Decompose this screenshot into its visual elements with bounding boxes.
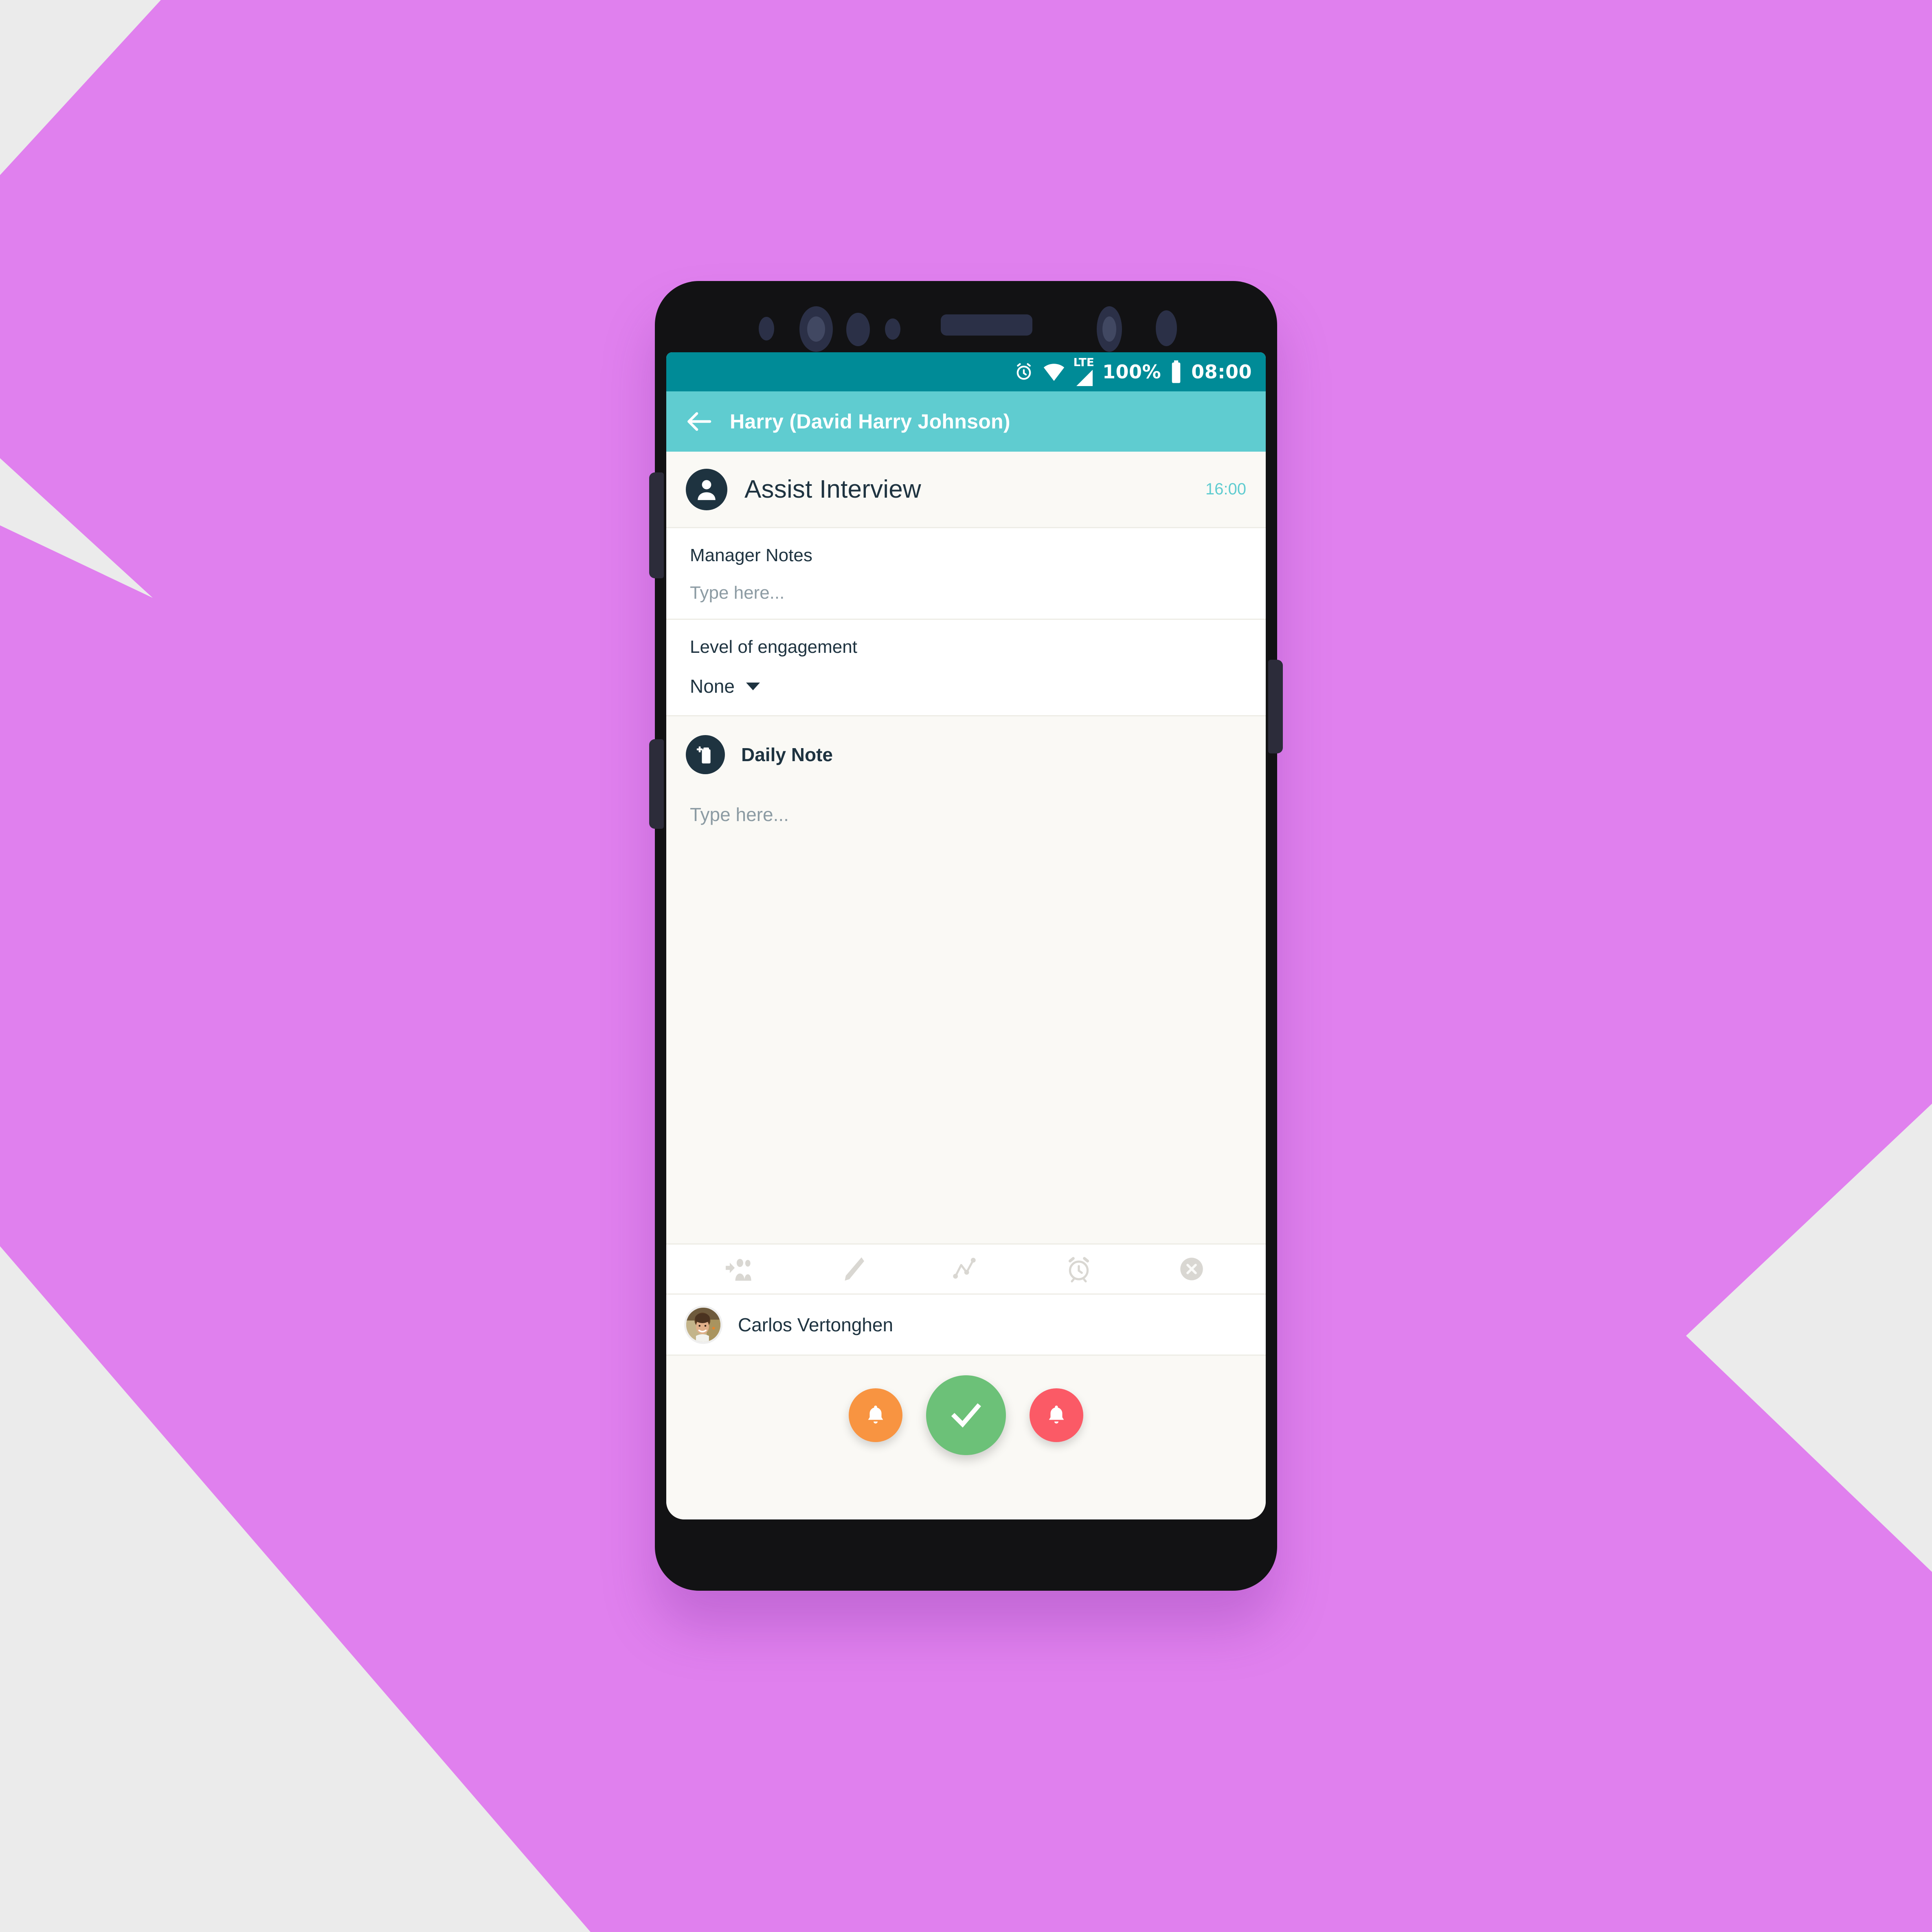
daily-note-header: Daily Note <box>686 735 1246 774</box>
iris-scanner <box>846 313 870 346</box>
front-camera-secondary <box>1097 306 1122 352</box>
bixby-button[interactable] <box>649 739 664 829</box>
chart-line-icon[interactable] <box>910 1256 1023 1282</box>
status-bar: LTE 100% 08:00 <box>666 352 1266 391</box>
phone-screen: LTE 100% 08:00 Harry (David Harry Johnso… <box>666 352 1266 1519</box>
network-type-label: LTE <box>1073 356 1094 369</box>
avatar <box>684 1305 722 1344</box>
signal-group: LTE <box>1074 357 1094 387</box>
remind-button[interactable] <box>849 1388 902 1442</box>
chevron-down-icon <box>746 682 760 690</box>
field-manager-notes[interactable]: Manager Notes Type here... <box>666 528 1266 620</box>
led-indicator <box>885 318 900 340</box>
signal-icon <box>1076 370 1093 386</box>
battery-icon <box>1172 360 1181 383</box>
manager-notes-label: Manager Notes <box>690 545 812 565</box>
action-icon-toolbar <box>666 1243 1266 1295</box>
app-bar: Harry (David Harry Johnson) <box>666 391 1266 452</box>
interview-time: 16:00 <box>1205 480 1246 498</box>
light-sensor <box>1156 310 1177 346</box>
power-button[interactable] <box>1268 660 1283 753</box>
volume-rocker-button[interactable] <box>649 472 664 578</box>
note-add-icon <box>686 735 725 774</box>
level-of-engagement-value: None <box>690 676 735 697</box>
action-button-bar <box>666 1356 1266 1519</box>
cancel-button[interactable] <box>1030 1388 1083 1442</box>
interview-header-card[interactable]: Assist Interview 16:00 <box>666 452 1266 528</box>
field-level-of-engagement[interactable]: Level of engagement None <box>666 620 1266 716</box>
daily-note-input[interactable]: Type here... <box>690 804 1246 825</box>
daily-note-title: Daily Note <box>741 744 833 765</box>
wifi-icon <box>1043 364 1064 381</box>
edit-pencil-icon[interactable] <box>797 1256 910 1282</box>
proximity-sensor <box>759 317 774 340</box>
level-of-engagement-select[interactable]: None <box>690 675 1246 697</box>
screenshot-stage: LTE 100% 08:00 Harry (David Harry Johnso… <box>0 0 1932 1932</box>
add-people-icon[interactable] <box>684 1256 797 1282</box>
assignee-name: Carlos Vertonghen <box>738 1314 894 1335</box>
battery-percent-label: 100% <box>1102 361 1161 383</box>
front-camera <box>799 306 833 352</box>
confirm-button[interactable] <box>926 1375 1006 1455</box>
person-icon <box>686 468 727 510</box>
close-circle-icon[interactable] <box>1135 1256 1248 1282</box>
earpiece-speaker <box>941 314 1032 336</box>
page-title: Harry (David Harry Johnson) <box>730 410 1010 433</box>
clock-label: 08:00 <box>1191 361 1252 383</box>
level-of-engagement-label: Level of engagement <box>690 637 857 657</box>
interview-title: Assist Interview <box>744 475 921 503</box>
phone-device: LTE 100% 08:00 Harry (David Harry Johnso… <box>649 281 1283 1591</box>
alarm-clock-icon[interactable] <box>1022 1255 1135 1283</box>
back-arrow-icon[interactable] <box>686 410 712 433</box>
daily-note-section[interactable]: Daily Note Type here... <box>666 716 1266 1243</box>
alarm-icon <box>1016 363 1031 380</box>
assignee-row[interactable]: Carlos Vertonghen <box>666 1295 1266 1356</box>
manager-notes-input[interactable]: Type here... <box>690 583 1246 603</box>
top-bezel <box>655 281 1277 352</box>
